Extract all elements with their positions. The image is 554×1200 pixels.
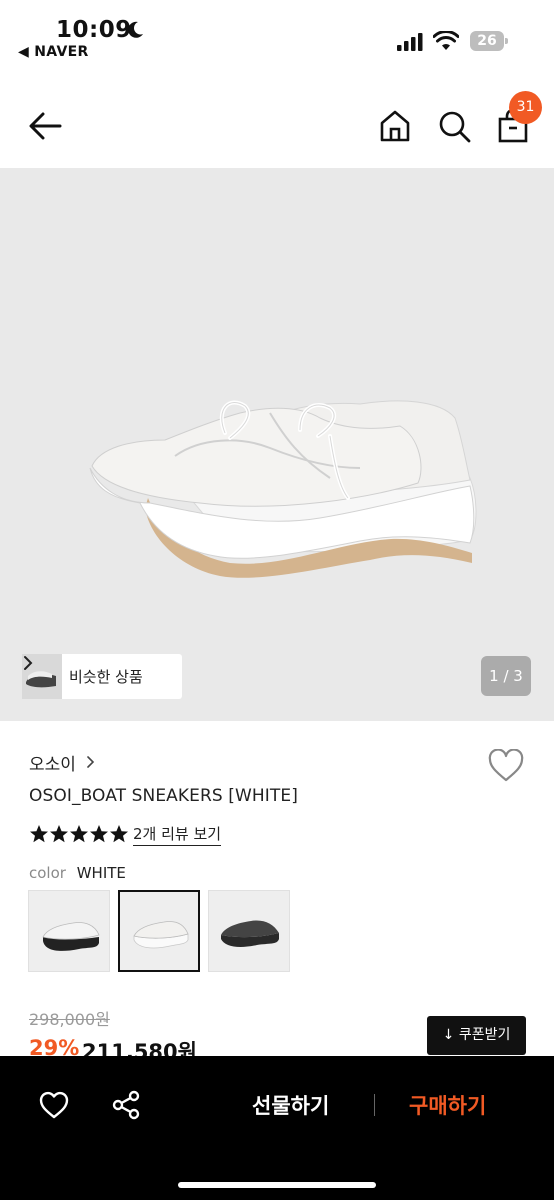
coupon-download-button[interactable]: ↓ 쿠폰받기 xyxy=(427,1016,526,1055)
status-time: 10:09 xyxy=(56,17,132,43)
heart-icon[interactable] xyxy=(38,1090,70,1120)
product-image xyxy=(89,400,477,578)
back-arrow-icon[interactable] xyxy=(26,108,64,144)
product-image-carousel[interactable]: 비슷한 상품 1 / 3 xyxy=(0,168,554,721)
status-bar: 10:09 ◀ NAVER 26 xyxy=(0,0,554,70)
battery-tip xyxy=(505,38,508,44)
brand-name: 오소이 xyxy=(29,755,76,775)
image-pager: 1 / 3 xyxy=(481,656,531,696)
similar-products-label: 비슷한 상품 xyxy=(69,668,143,686)
color-swatch-white[interactable] xyxy=(118,890,200,972)
rating-stars xyxy=(30,825,128,843)
battery-level: 26 xyxy=(470,31,504,51)
search-icon[interactable] xyxy=(436,108,472,144)
original-price: 298,000원 xyxy=(29,1010,110,1029)
color-swatch-black[interactable] xyxy=(208,890,290,972)
color-key: color xyxy=(29,864,66,882)
wifi-icon xyxy=(433,31,459,50)
top-navigation xyxy=(0,88,554,164)
bottom-action-bar: 선물하기 구매하기 xyxy=(0,1056,554,1200)
battery-icon: 26 xyxy=(470,31,508,51)
divider xyxy=(374,1094,375,1116)
chevron-right-icon xyxy=(87,756,95,768)
moon-icon xyxy=(128,21,143,38)
home-indicator xyxy=(178,1182,376,1188)
product-title: OSOI_BOAT SNEAKERS [WHITE] xyxy=(29,786,298,806)
gift-button[interactable]: 선물하기 xyxy=(252,1090,329,1120)
chevron-right-icon xyxy=(24,656,33,670)
color-swatch-black-white[interactable] xyxy=(28,890,110,972)
brand-link[interactable]: 오소이 xyxy=(29,750,95,775)
color-value: WHITE xyxy=(76,864,126,882)
color-row: color WHITE xyxy=(29,864,126,882)
review-link[interactable]: 2개 리뷰 보기 xyxy=(133,823,222,846)
buy-button[interactable]: 구매하기 xyxy=(409,1090,486,1120)
wishlist-heart-icon[interactable] xyxy=(487,749,525,783)
signal-icon xyxy=(397,33,423,51)
similar-products-button[interactable]: 비슷한 상품 xyxy=(22,654,182,699)
home-icon[interactable] xyxy=(377,108,413,144)
cart-count-badge: 31 xyxy=(509,91,542,124)
share-icon[interactable] xyxy=(110,1089,142,1121)
back-to-app-link[interactable]: ◀ NAVER xyxy=(18,44,89,60)
